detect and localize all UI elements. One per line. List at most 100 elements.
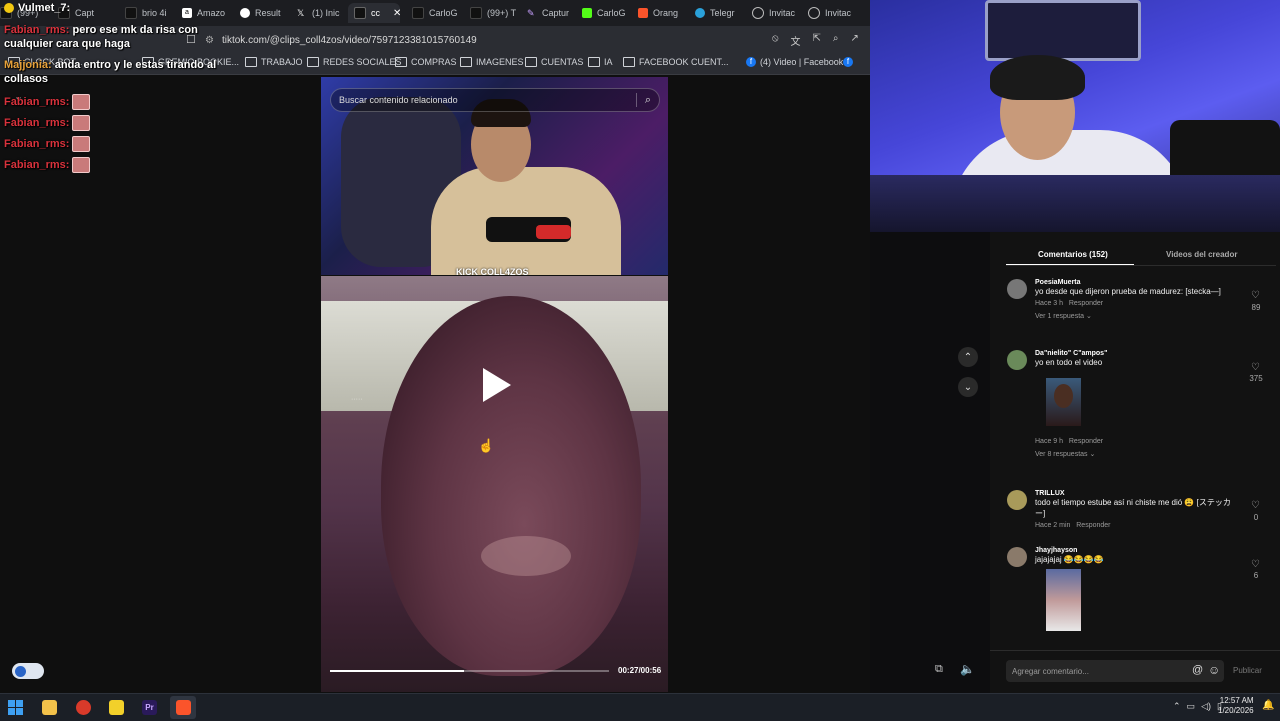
tab-active[interactable]: cc ✕ — [348, 3, 400, 23]
open-external-icon[interactable]: ⇱ — [813, 33, 821, 48]
kick-icon — [582, 8, 592, 18]
publish-button[interactable]: Publicar — [1233, 666, 1262, 675]
folder-icon — [588, 57, 600, 67]
heart-icon[interactable]: ♡ — [1251, 559, 1260, 570]
pip-icon[interactable]: ⧉ — [935, 663, 943, 676]
comment: Da"nielito" C"ampos" yo en todo el video… — [1035, 350, 1108, 458]
volume-icon[interactable]: ◁) — [1201, 701, 1211, 712]
tab[interactable]: ✎ Captur — [527, 3, 572, 23]
tab[interactable]: Invitac — [752, 3, 797, 23]
toggle-switch[interactable] — [12, 663, 44, 679]
bookmark-item[interactable]: TRABAJO — [245, 57, 303, 67]
url-field[interactable]: ⚙ tiktok.com/@clips_coll4zos/video/75971… — [205, 30, 870, 50]
file-explorer-icon[interactable] — [42, 700, 57, 715]
sticker-image[interactable] — [1046, 569, 1081, 631]
wall-poster — [985, 0, 1141, 61]
video-progress-bar[interactable] — [330, 670, 609, 672]
system-tray: ⌃ ▭ ◁) ▯ — [1173, 701, 1222, 712]
emote-icon — [72, 157, 91, 173]
chevron-up-icon[interactable]: ⌃ — [1173, 701, 1181, 712]
mic-accent — [536, 225, 571, 239]
mention-icon[interactable]: @ — [1192, 664, 1203, 676]
faint-caption: ····· — [351, 396, 363, 403]
emote-icon — [72, 136, 91, 152]
amazon-icon: a — [182, 8, 192, 18]
tab-comments[interactable]: Comentarios (152) — [1038, 250, 1108, 259]
google-icon — [240, 8, 250, 18]
facebook-bookmark[interactable]: f — [843, 57, 853, 67]
webcam-overlay — [870, 0, 1280, 232]
opera-icon[interactable] — [76, 700, 91, 715]
view-replies-button[interactable]: Ver 1 respuesta — [1035, 313, 1084, 320]
chevron-down-icon: ⌄ — [1085, 313, 1092, 320]
chevron-up-icon[interactable]: ⌃ — [958, 347, 978, 367]
tab-creator-videos[interactable]: Videos del creador — [1166, 250, 1237, 259]
close-icon[interactable]: ✕ — [393, 8, 400, 19]
reply-button[interactable]: Responder — [1069, 300, 1103, 307]
network-icon[interactable]: ▭ — [1187, 701, 1196, 712]
avatar[interactable] — [1007, 350, 1027, 370]
notification-bell-icon[interactable]: 🔔 — [1262, 700, 1274, 711]
tab[interactable]: CarloG — [412, 3, 457, 23]
tab[interactable]: Invitac — [808, 3, 858, 23]
share-icon[interactable]: ↗ — [851, 33, 859, 48]
bookmark-item[interactable]: COMPRAS — [395, 57, 457, 67]
search-icon[interactable]: ⌕ — [637, 94, 659, 107]
tiktok-icon — [470, 7, 482, 19]
tab[interactable]: CarloG — [582, 3, 627, 23]
zoom-icon[interactable]: ⌕ — [833, 33, 839, 48]
bookmark-item[interactable]: CUENTAS — [525, 57, 583, 67]
tab[interactable]: (99+) T — [470, 3, 520, 23]
toggle-knob — [15, 665, 26, 677]
tab[interactable]: Telegr — [695, 3, 740, 23]
reply-button[interactable]: Responder — [1069, 438, 1103, 445]
divider — [1006, 265, 1276, 266]
folder-icon — [395, 57, 407, 67]
avatar[interactable] — [1007, 490, 1027, 510]
chat-message: Fabian_rms: — [4, 157, 91, 173]
heart-icon[interactable]: ♡ — [1251, 290, 1260, 301]
premiere-pro-icon[interactable]: Pr — [142, 700, 157, 715]
emote-icon — [72, 115, 91, 131]
volume-icon[interactable]: 🔈 — [960, 662, 975, 676]
windows-start-icon[interactable] — [8, 700, 23, 715]
tab[interactable]: Result — [240, 3, 285, 23]
reply-button[interactable]: Responder — [1076, 522, 1110, 529]
brave-icon[interactable] — [176, 700, 191, 715]
globe-icon — [808, 7, 820, 19]
folder-icon — [460, 57, 472, 67]
chevron-down-icon[interactable]: ⌄ — [958, 377, 978, 397]
sticker-face — [1054, 384, 1073, 408]
play-icon[interactable] — [483, 368, 511, 402]
windows-taskbar: Pr ⌃ ▭ ◁) ▯ 🔔 — [0, 693, 1280, 721]
search-input[interactable]: Buscar contenido relacionado ⌕ — [330, 88, 660, 112]
like-count: 0 — [1253, 513, 1259, 522]
site-info-icon[interactable]: ⚙ — [205, 35, 214, 46]
emote-icon — [72, 94, 91, 110]
tab[interactable]: 𝕏 (1) Inic — [297, 3, 342, 23]
system-clock[interactable]: 12:57 AM 1/20/2026 — [1218, 696, 1254, 716]
bookmark-item[interactable]: IA — [588, 57, 613, 67]
avatar[interactable] — [1007, 547, 1027, 567]
tab[interactable]: Orang — [638, 3, 683, 23]
view-replies-button[interactable]: Ver 8 respuestas — [1035, 451, 1088, 458]
tab[interactable]: brio 4i — [125, 3, 170, 23]
sticker-image[interactable] — [1046, 378, 1081, 426]
bookmark-item[interactable]: IMAGENES — [460, 57, 524, 67]
no-track-icon[interactable]: ⦸ — [772, 33, 779, 48]
bookmark-item[interactable]: REDES SOCIALES — [307, 57, 402, 67]
bookmark-item[interactable]: FACEBOOK CUENT... — [623, 57, 729, 67]
feather-icon: ✎ — [527, 8, 535, 18]
emoji-icon[interactable]: ☺ — [1208, 663, 1220, 677]
sticky-notes-icon[interactable] — [109, 700, 124, 715]
folder-icon — [307, 57, 319, 67]
like-count: 6 — [1253, 571, 1259, 580]
chat-message: Majjonia: anda entro y le estas tirando … — [4, 59, 217, 85]
telegram-icon — [695, 8, 705, 18]
avatar[interactable] — [1007, 279, 1027, 299]
heart-icon[interactable]: ♡ — [1251, 500, 1260, 511]
translate-icon[interactable]: 文 — [791, 33, 801, 48]
tab[interactable]: a Amazo — [182, 3, 227, 23]
bookmark-item[interactable]: f (4) Video | Facebook — [746, 57, 843, 67]
heart-icon[interactable]: ♡ — [1251, 362, 1260, 373]
